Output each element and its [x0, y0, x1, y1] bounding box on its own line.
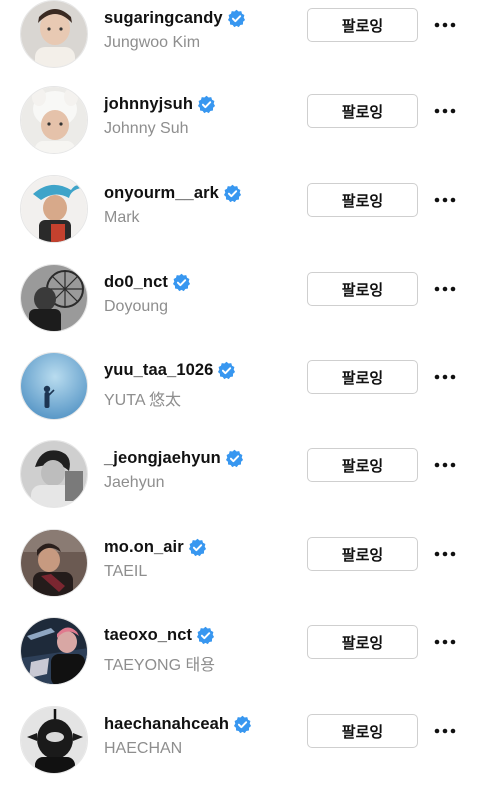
username[interactable]: _jeongjaehyun — [104, 449, 221, 468]
list-item: yuu_taa_1026 YUTA 悠太 팔로잉 — [0, 352, 480, 440]
more-options-icon — [434, 22, 456, 28]
verified-badge-icon — [188, 538, 206, 556]
avatar[interactable] — [20, 86, 88, 154]
more-options-button[interactable] — [430, 541, 460, 567]
full-name: Doyoung — [104, 298, 169, 315]
following-button[interactable]: 팔로잉 — [307, 537, 418, 571]
verified-badge-icon — [218, 361, 236, 379]
list-item: haechanahceah HAECHAN 팔로잉 — [0, 706, 480, 794]
following-button[interactable]: 팔로잉 — [307, 714, 418, 748]
following-button[interactable]: 팔로잉 — [307, 448, 418, 482]
avatar[interactable] — [20, 617, 88, 685]
more-options-button[interactable] — [430, 12, 460, 38]
more-options-button[interactable] — [430, 718, 460, 744]
list-item: johnnyjsuh Johnny Suh 팔로잉 — [0, 86, 480, 174]
following-button[interactable]: 팔로잉 — [307, 625, 418, 659]
following-button[interactable]: 팔로잉 — [307, 183, 418, 217]
full-name: TAEYONG 태용 — [104, 657, 215, 674]
more-options-button[interactable] — [430, 364, 460, 390]
full-name: TAEIL — [104, 563, 148, 580]
username[interactable]: mo.on_air — [104, 538, 184, 557]
list-item: mo.on_air TAEIL 팔로잉 — [0, 529, 480, 617]
username[interactable]: johnnyjsuh — [104, 95, 193, 114]
full-name: Jungwoo Kim — [104, 34, 201, 51]
more-options-button[interactable] — [430, 452, 460, 478]
more-options-icon — [434, 728, 456, 734]
more-options-icon — [434, 286, 456, 292]
avatar[interactable] — [20, 175, 88, 243]
avatar[interactable] — [20, 264, 88, 332]
more-options-button[interactable] — [430, 187, 460, 213]
more-options-button[interactable] — [430, 98, 460, 124]
following-list: sugaringcandy Jungwoo Kim 팔로잉 johnnyjsuh… — [0, 0, 480, 774]
full-name: Jaehyun — [104, 474, 165, 491]
verified-badge-icon — [223, 184, 241, 202]
following-button[interactable]: 팔로잉 — [307, 94, 418, 128]
avatar[interactable] — [20, 352, 88, 420]
following-button[interactable]: 팔로잉 — [307, 272, 418, 306]
full-name: Johnny Suh — [104, 120, 189, 137]
username[interactable]: yuu_taa_1026 — [104, 361, 213, 380]
list-item: taeoxo_nct TAEYONG 태용 팔로잉 — [0, 617, 480, 705]
more-options-icon — [434, 639, 456, 645]
verified-badge-icon — [227, 9, 245, 27]
list-item: sugaringcandy Jungwoo Kim 팔로잉 — [0, 0, 480, 88]
username[interactable]: haechanahceah — [104, 715, 229, 734]
avatar[interactable] — [20, 0, 88, 68]
avatar[interactable] — [20, 529, 88, 597]
full-name: Mark — [104, 209, 140, 226]
username[interactable]: taeoxo_nct — [104, 626, 192, 645]
list-item: _jeongjaehyun Jaehyun 팔로잉 — [0, 440, 480, 528]
username[interactable]: sugaringcandy — [104, 9, 223, 28]
more-options-icon — [434, 108, 456, 114]
more-options-icon — [434, 197, 456, 203]
verified-badge-icon — [225, 449, 243, 467]
following-button[interactable]: 팔로잉 — [307, 8, 418, 42]
verified-badge-icon — [234, 715, 252, 733]
list-item: onyourm__ark Mark 팔로잉 — [0, 175, 480, 263]
list-item: do0_nct Doyoung 팔로잉 — [0, 264, 480, 352]
full-name: YUTA 悠太 — [104, 392, 182, 409]
following-button[interactable]: 팔로잉 — [307, 360, 418, 394]
more-options-icon — [434, 551, 456, 557]
verified-badge-icon — [197, 95, 216, 113]
full-name: HAECHAN — [104, 740, 183, 757]
username[interactable]: onyourm__ark — [104, 184, 219, 203]
verified-badge-icon — [197, 626, 215, 644]
username[interactable]: do0_nct — [104, 273, 168, 292]
more-options-icon — [434, 374, 456, 380]
verified-badge-icon — [172, 273, 191, 291]
avatar[interactable] — [20, 440, 88, 508]
more-options-button[interactable] — [430, 276, 460, 302]
more-options-button[interactable] — [430, 629, 460, 655]
avatar[interactable] — [20, 706, 88, 774]
more-options-icon — [434, 462, 456, 468]
